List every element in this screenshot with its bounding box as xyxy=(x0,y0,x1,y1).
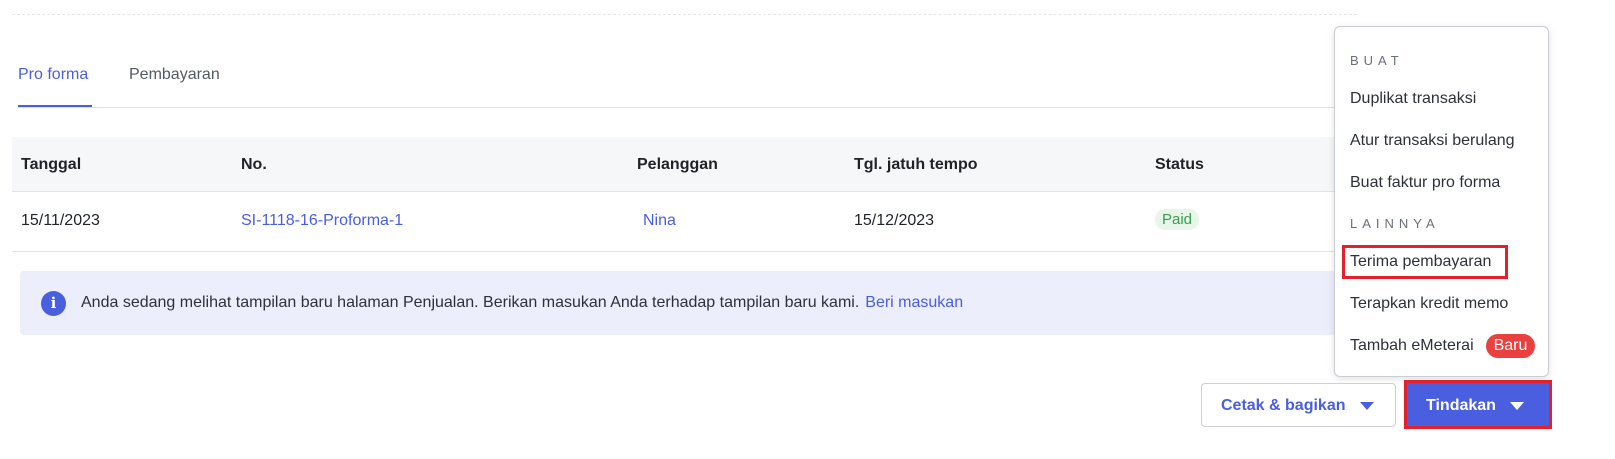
menu-section-lainnya: LAINNYA xyxy=(1350,216,1440,231)
tab-pembayaran[interactable]: Pembayaran xyxy=(129,66,220,84)
menu-item-buat-faktur-pro-forma[interactable]: Buat faktur pro forma xyxy=(1350,174,1500,192)
column-header-jatuh-tempo[interactable]: Tgl. jatuh tempo xyxy=(854,156,978,174)
menu-section-buat: BUAT xyxy=(1350,53,1404,68)
info-message: Anda sedang melihat tampilan baru halama… xyxy=(81,294,963,312)
menu-item-tambah-emeterai[interactable]: Tambah eMeterai xyxy=(1350,337,1474,355)
column-header-pelanggan[interactable]: Pelanggan xyxy=(637,156,718,174)
tab-pro-forma[interactable]: Pro forma xyxy=(18,66,88,84)
column-header-no[interactable]: No. xyxy=(241,156,267,174)
transaction-number-link[interactable]: SI-1118-16-Proforma-1 xyxy=(241,212,403,230)
feedback-link[interactable]: Beri masukan xyxy=(865,294,963,311)
new-badge: Baru xyxy=(1486,334,1535,358)
active-tab-indicator xyxy=(18,105,92,107)
top-divider xyxy=(12,14,1357,15)
transactions-table: Tanggal No. Pelanggan Tgl. jatuh tempo S… xyxy=(12,137,1357,252)
column-header-status[interactable]: Status xyxy=(1155,156,1204,174)
customer-link[interactable]: Nina xyxy=(643,212,676,230)
actions-button[interactable]: Tindakan xyxy=(1404,380,1552,429)
print-share-button[interactable]: Cetak & bagikan xyxy=(1201,383,1396,427)
tab-bar: Pro forma Pembayaran xyxy=(18,52,1358,108)
actions-dropdown-menu: BUAT Duplikat transaksi Atur transaksi b… xyxy=(1334,26,1549,377)
column-header-tanggal[interactable]: Tanggal xyxy=(21,156,81,174)
cell-jatuh-tempo: 15/12/2023 xyxy=(854,212,935,229)
info-text: Anda sedang melihat tampilan baru halama… xyxy=(81,294,860,311)
menu-item-duplikat-transaksi[interactable]: Duplikat transaksi xyxy=(1350,90,1476,108)
chevron-down-icon xyxy=(1360,402,1374,410)
table-header: Tanggal No. Pelanggan Tgl. jatuh tempo S… xyxy=(12,137,1357,192)
table-row[interactable]: 15/11/2023 SI-1118-16-Proforma-1 Nina 15… xyxy=(12,192,1357,252)
chevron-down-icon xyxy=(1510,402,1524,410)
actions-label: Tindakan xyxy=(1426,397,1496,414)
print-share-label: Cetak & bagikan xyxy=(1221,397,1346,414)
info-banner: i Anda sedang melihat tampilan baru hala… xyxy=(20,271,1360,335)
highlight-terima-pembayaran xyxy=(1342,245,1508,279)
menu-item-terapkan-kredit-memo[interactable]: Terapkan kredit memo xyxy=(1350,295,1508,313)
menu-item-atur-transaksi-berulang[interactable]: Atur transaksi berulang xyxy=(1350,132,1515,150)
info-icon: i xyxy=(41,291,66,316)
cell-tanggal: 15/11/2023 xyxy=(21,212,100,229)
status-badge: Paid xyxy=(1155,209,1200,230)
